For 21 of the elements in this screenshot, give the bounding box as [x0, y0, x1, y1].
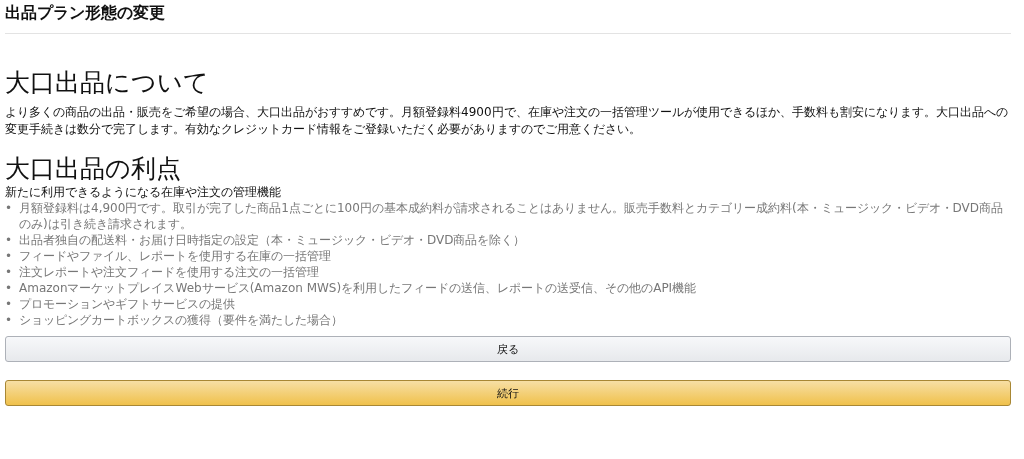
back-button[interactable]: 戻る [5, 336, 1011, 362]
continue-button[interactable]: 続行 [5, 380, 1011, 406]
benefit-item: 注文レポートや注文フィードを使用する注文の一括管理 [19, 264, 320, 280]
section-heading: 大口出品について [5, 68, 210, 98]
bullet-mark: • [5, 200, 13, 217]
benefit-item: 月額登録料は4,900円です。取引が完了した商品1点ごとに100円の基本成約料が請求されることはありません。販売手数料とカテゴリー成約料(本・ミュージック・ビデオ・DVD商品のみ)は引き続き請求されます。 [19, 200, 1005, 232]
page-title: 出品プラン形態の変更 [5, 0, 1011, 34]
benefit-item: ショッピングカートボックスの獲得（要件を満たした場合） [19, 312, 344, 328]
section-subtitle: 新たに利用できるようになる在庫や注文の管理機能 [5, 184, 282, 200]
benefit-item: プロモーションやギフトサービスの提供 [19, 296, 236, 312]
bullet-mark: • [5, 280, 13, 296]
bullet-mark: • [5, 248, 13, 264]
description-paragraph: より多くの商品の出品・販売をご希望の場合、大口出品がおすすめです。月額登録料4900円で、在庫や注文の一括管理ツールが使用できるほか、手数料も割安になります。大口出品への変更手続きは数分で完了します。有効なクレジットカード情報をご登録いただく必要がありますのでご用意ください。 [5, 104, 1009, 138]
bullet-mark: • [5, 296, 13, 312]
benefit-item: AmazonマーケットプレイスWebサービス(Amazon MWS)を利用したフィードの送信、レポートの送受信、その他のAPI機能 [19, 280, 698, 296]
benefit-item: フィードやファイル、レポートを使用する在庫の一括管理 [19, 248, 332, 264]
section-heading: 大口出品の利点 [5, 154, 182, 184]
bullet-mark: • [5, 264, 13, 280]
benefit-item: 出品者独自の配送料・お届け日時指定の設定（本・ミュージック・ビデオ・DVD商品を除く） [19, 232, 527, 248]
bullet-mark: • [5, 312, 13, 328]
bullet-mark: • [5, 232, 13, 248]
